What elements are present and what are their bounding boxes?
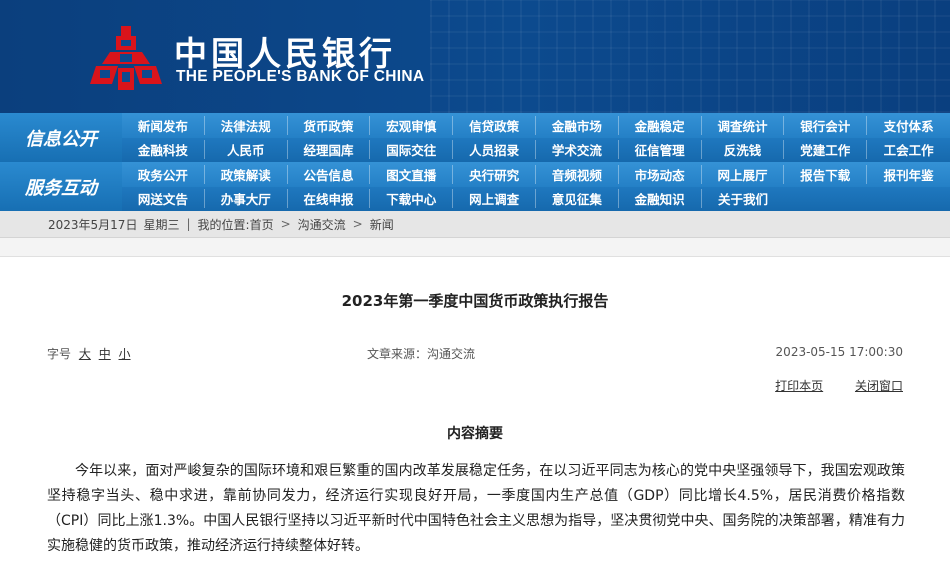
font-size-medium-link[interactable]: 中: [99, 347, 111, 361]
print-page-link[interactable]: 打印本页: [775, 379, 823, 393]
breadcrumb-divider: |: [186, 217, 191, 231]
nav-item[interactable]: 工会工作: [867, 140, 950, 159]
font-size-small-link[interactable]: 小: [119, 347, 131, 361]
nav-item[interactable]: 网上调查: [453, 189, 536, 209]
nav-item[interactable]: 调查统计: [702, 115, 785, 135]
nav-item[interactable]: 市场动态: [619, 164, 702, 184]
current-weekday: 星期三: [143, 217, 180, 232]
close-window-link[interactable]: 关闭窗口: [855, 379, 903, 393]
nav-item[interactable]: 法律法规: [205, 115, 288, 135]
nav-item[interactable]: 反洗钱: [702, 140, 785, 160]
nav-item[interactable]: 人民币: [205, 140, 288, 160]
breadcrumb-link-news[interactable]: 新闻: [370, 216, 394, 233]
pboc-logo-icon[interactable]: [90, 24, 162, 94]
nav-item[interactable]: 网送文告: [122, 189, 205, 209]
nav-row: 政务公开 政策解读 公告信息 图文直播 央行研究 音频视频 市场动态 网上展厅 …: [122, 162, 950, 187]
nav-item[interactable]: 国际交往: [370, 140, 454, 160]
site-header: 中国人民银行 THE PEOPLE'S BANK OF CHINA: [0, 0, 950, 113]
breadcrumb-home-link[interactable]: 首页: [250, 216, 274, 233]
nav-row: 金融科技 人民币 经理国库 国际交往 人员招录 学术交流 征信管理 反洗钱 党建…: [122, 137, 950, 162]
article-title: 2023年第一季度中国货币政策执行报告: [341, 292, 609, 310]
font-size-large-link[interactable]: 大: [79, 347, 91, 361]
breadcrumb-arrow: >: [280, 217, 291, 231]
font-size-controls: 字号 大 中 小: [47, 345, 131, 362]
nav-item[interactable]: 宏观审慎: [370, 115, 454, 135]
nav-item[interactable]: 报告下载: [784, 164, 868, 184]
nav-item[interactable]: 在线申报: [288, 189, 371, 209]
nav-item[interactable]: 信贷政策: [453, 115, 536, 135]
nav-item[interactable]: 金融市场: [536, 115, 619, 135]
nav-item[interactable]: 政策解读: [205, 164, 288, 184]
breadcrumb-link-communication[interactable]: 沟通交流: [298, 216, 346, 233]
nav-item[interactable]: 学术交流: [536, 140, 619, 160]
nav-item[interactable]: 人员招录: [453, 140, 536, 160]
main-navigation: 信息公开 服务互动 新闻发布 法律法规 货币政策 宏观审慎 信贷政策 金融市场 …: [0, 113, 950, 211]
nav-section-service-interaction[interactable]: 服务互动: [0, 162, 122, 211]
summary-paragraph: 今年以来，面对严峻复杂的国际环境和艰巨繁重的国内改革发展稳定任务，在以习近平同志…: [47, 463, 905, 554]
nav-item[interactable]: 意见征集: [536, 189, 619, 209]
nav-item[interactable]: 银行会计: [784, 115, 868, 135]
summary-heading: 内容摘要: [447, 426, 503, 442]
nav-item[interactable]: 党建工作: [784, 140, 868, 160]
nav-item[interactable]: 经理国库: [288, 140, 371, 160]
nav-item[interactable]: 征信管理: [619, 140, 702, 160]
article-source: 文章来源：沟通交流: [367, 347, 476, 361]
nav-item[interactable]: 网上展厅: [702, 164, 785, 184]
current-date: 2023年5月17日: [48, 217, 138, 232]
nav-item[interactable]: 图文直播: [370, 164, 454, 184]
nav-item[interactable]: 金融知识: [619, 189, 702, 209]
breadcrumb: 2023年5月17日 星期三 | 我的位置: 首页 > 沟通交流 > 新闻: [0, 211, 950, 238]
nav-item[interactable]: 金融稳定: [619, 115, 702, 135]
nav-section-info-disclosure[interactable]: 信息公开: [0, 113, 122, 162]
breadcrumb-arrow: >: [352, 217, 363, 231]
nav-item[interactable]: 支付体系: [867, 116, 950, 135]
nav-item[interactable]: 下载中心: [370, 189, 454, 209]
nav-item[interactable]: 政务公开: [122, 164, 205, 184]
content-area: 2023年第一季度中国货币政策执行报告 字号 大 中 小 文章来源：沟通交流 2…: [0, 238, 950, 566]
bank-name-english: THE PEOPLE'S BANK OF CHINA: [176, 68, 425, 85]
nav-item[interactable]: 公告信息: [288, 164, 371, 184]
article-panel: 2023年第一季度中国货币政策执行报告 字号 大 中 小 文章来源：沟通交流 2…: [0, 256, 950, 566]
font-size-label: 字号: [47, 347, 72, 361]
nav-row: 新闻发布 法律法规 货币政策 宏观审慎 信贷政策 金融市场 金融稳定 调查统计 …: [122, 113, 950, 138]
nav-item[interactable]: 央行研究: [453, 164, 536, 184]
article-tools: 打印本页 关闭窗口: [747, 377, 903, 394]
nav-item[interactable]: 报刊年鉴: [867, 165, 950, 184]
nav-item[interactable]: 金融科技: [122, 140, 205, 160]
nav-item[interactable]: 货币政策: [288, 115, 371, 135]
nav-item[interactable]: 关于我们: [702, 189, 785, 208]
article-datetime: 2023-05-15 17:00:30: [775, 345, 903, 359]
header-pattern: [430, 0, 950, 113]
nav-item[interactable]: 办事大厅: [205, 189, 288, 209]
nav-row: 网送文告 办事大厅 在线申报 下载中心 网上调查 意见征集 金融知识 关于我们: [122, 186, 950, 211]
location-label: 我的位置:: [197, 217, 250, 232]
nav-item[interactable]: 新闻发布: [122, 115, 205, 135]
nav-item[interactable]: 音频视频: [536, 164, 619, 184]
